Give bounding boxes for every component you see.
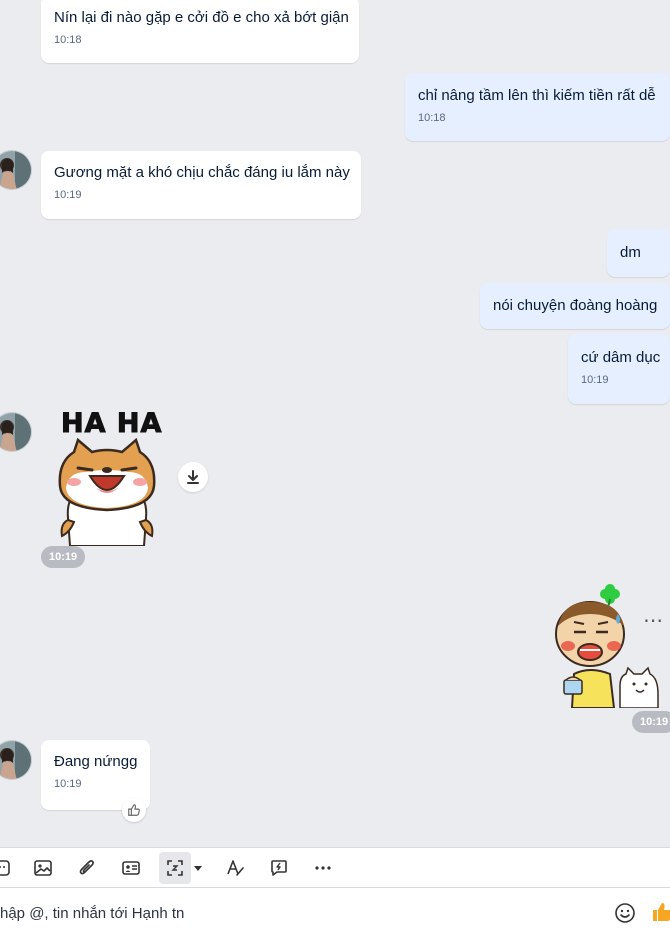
like-icon [128,804,140,816]
message-composer[interactable]: hập @, tin nhắn tới Hạnh tn [0,887,670,935]
message-time: 10:19 [54,778,82,790]
message-text: Nín lại đi nào gặp e cởi đồ e cho xả bớt… [54,9,349,26]
image-icon [34,860,52,876]
message-text: chỉ nâng tầm lên thì kiếm tiền rất dễ [418,87,656,104]
message-text: Gương mặt a khó chịu chắc đáng iu lắm nà… [54,164,350,181]
avatar[interactable] [0,740,32,780]
more-icon [315,866,331,870]
message-time: 10:19 [581,374,609,386]
text-format-button[interactable] [219,852,251,884]
message-list[interactable]: Nín lại đi nào gặp e cởi đồ e cho xả bớt… [0,0,670,847]
quick-message-icon [271,860,287,876]
contact-card-button[interactable] [115,852,147,884]
emoji-icon [615,903,635,923]
message-text: nói chuyện đoàng hoàng [493,297,658,314]
screenshot-icon [167,860,183,876]
sticker-button[interactable] [0,852,18,884]
download-sticker-button[interactable] [178,462,208,492]
sticker-message[interactable]: HA HA [50,406,208,546]
quick-message-button[interactable] [263,852,295,884]
cartoon-boy-sticker [555,584,659,709]
message-time: 10:18 [418,112,446,124]
emoji-button[interactable] [614,902,636,924]
composer-toolbar [0,847,670,887]
message-text: dm [620,244,641,261]
message-bubble[interactable]: Gương mặt a khó chịu chắc đáng iu lắm nà… [41,151,361,219]
message-bubble[interactable]: nói chuyện đoàng hoàng [480,283,670,329]
message-bubble[interactable]: Nín lại đi nào gặp e cởi đồ e cho xả bớt… [41,0,359,63]
message-text: Đang nứngg [54,753,138,770]
avatar[interactable] [0,150,32,190]
sticker-caption: HA HA [60,408,163,440]
attachment-icon [79,860,94,875]
send-like-button[interactable] [650,900,670,924]
avatar[interactable] [0,412,32,452]
image-button[interactable] [27,852,59,884]
text-format-icon [227,860,244,876]
screenshot-button[interactable] [159,852,191,884]
like-icon [653,903,670,921]
message-time: 10:19 [54,189,82,201]
sticker-message[interactable] [554,584,666,709]
more-options-icon[interactable]: ⋯ [643,611,664,631]
dropdown-arrow-icon [194,866,202,871]
message-input[interactable]: hập @, tin nhắn tới Hạnh tn [0,905,184,922]
message-bubble[interactable]: cứ dâm dục 10:19 [568,334,670,404]
contact-card-icon [122,861,140,875]
screenshot-options-dropdown[interactable] [188,852,208,884]
message-time: 10:19 [41,546,86,568]
shiba-dog-sticker [58,438,156,546]
more-tools-button[interactable] [307,852,339,884]
chat-screen: Nín lại đi nào gặp e cởi đồ e cho xả bớt… [0,0,670,935]
message-bubble[interactable]: dm [607,229,670,277]
reaction-like-button[interactable] [122,798,146,822]
message-text: cứ dâm dục [581,349,661,366]
message-time: 10:19 [632,711,670,733]
sticker-icon [0,860,10,876]
message-bubble[interactable]: chỉ nâng tầm lên thì kiếm tiền rất dễ 10… [405,73,670,141]
message-time: 10:18 [54,34,82,46]
attach-file-button[interactable] [71,852,103,884]
download-icon [187,470,199,484]
